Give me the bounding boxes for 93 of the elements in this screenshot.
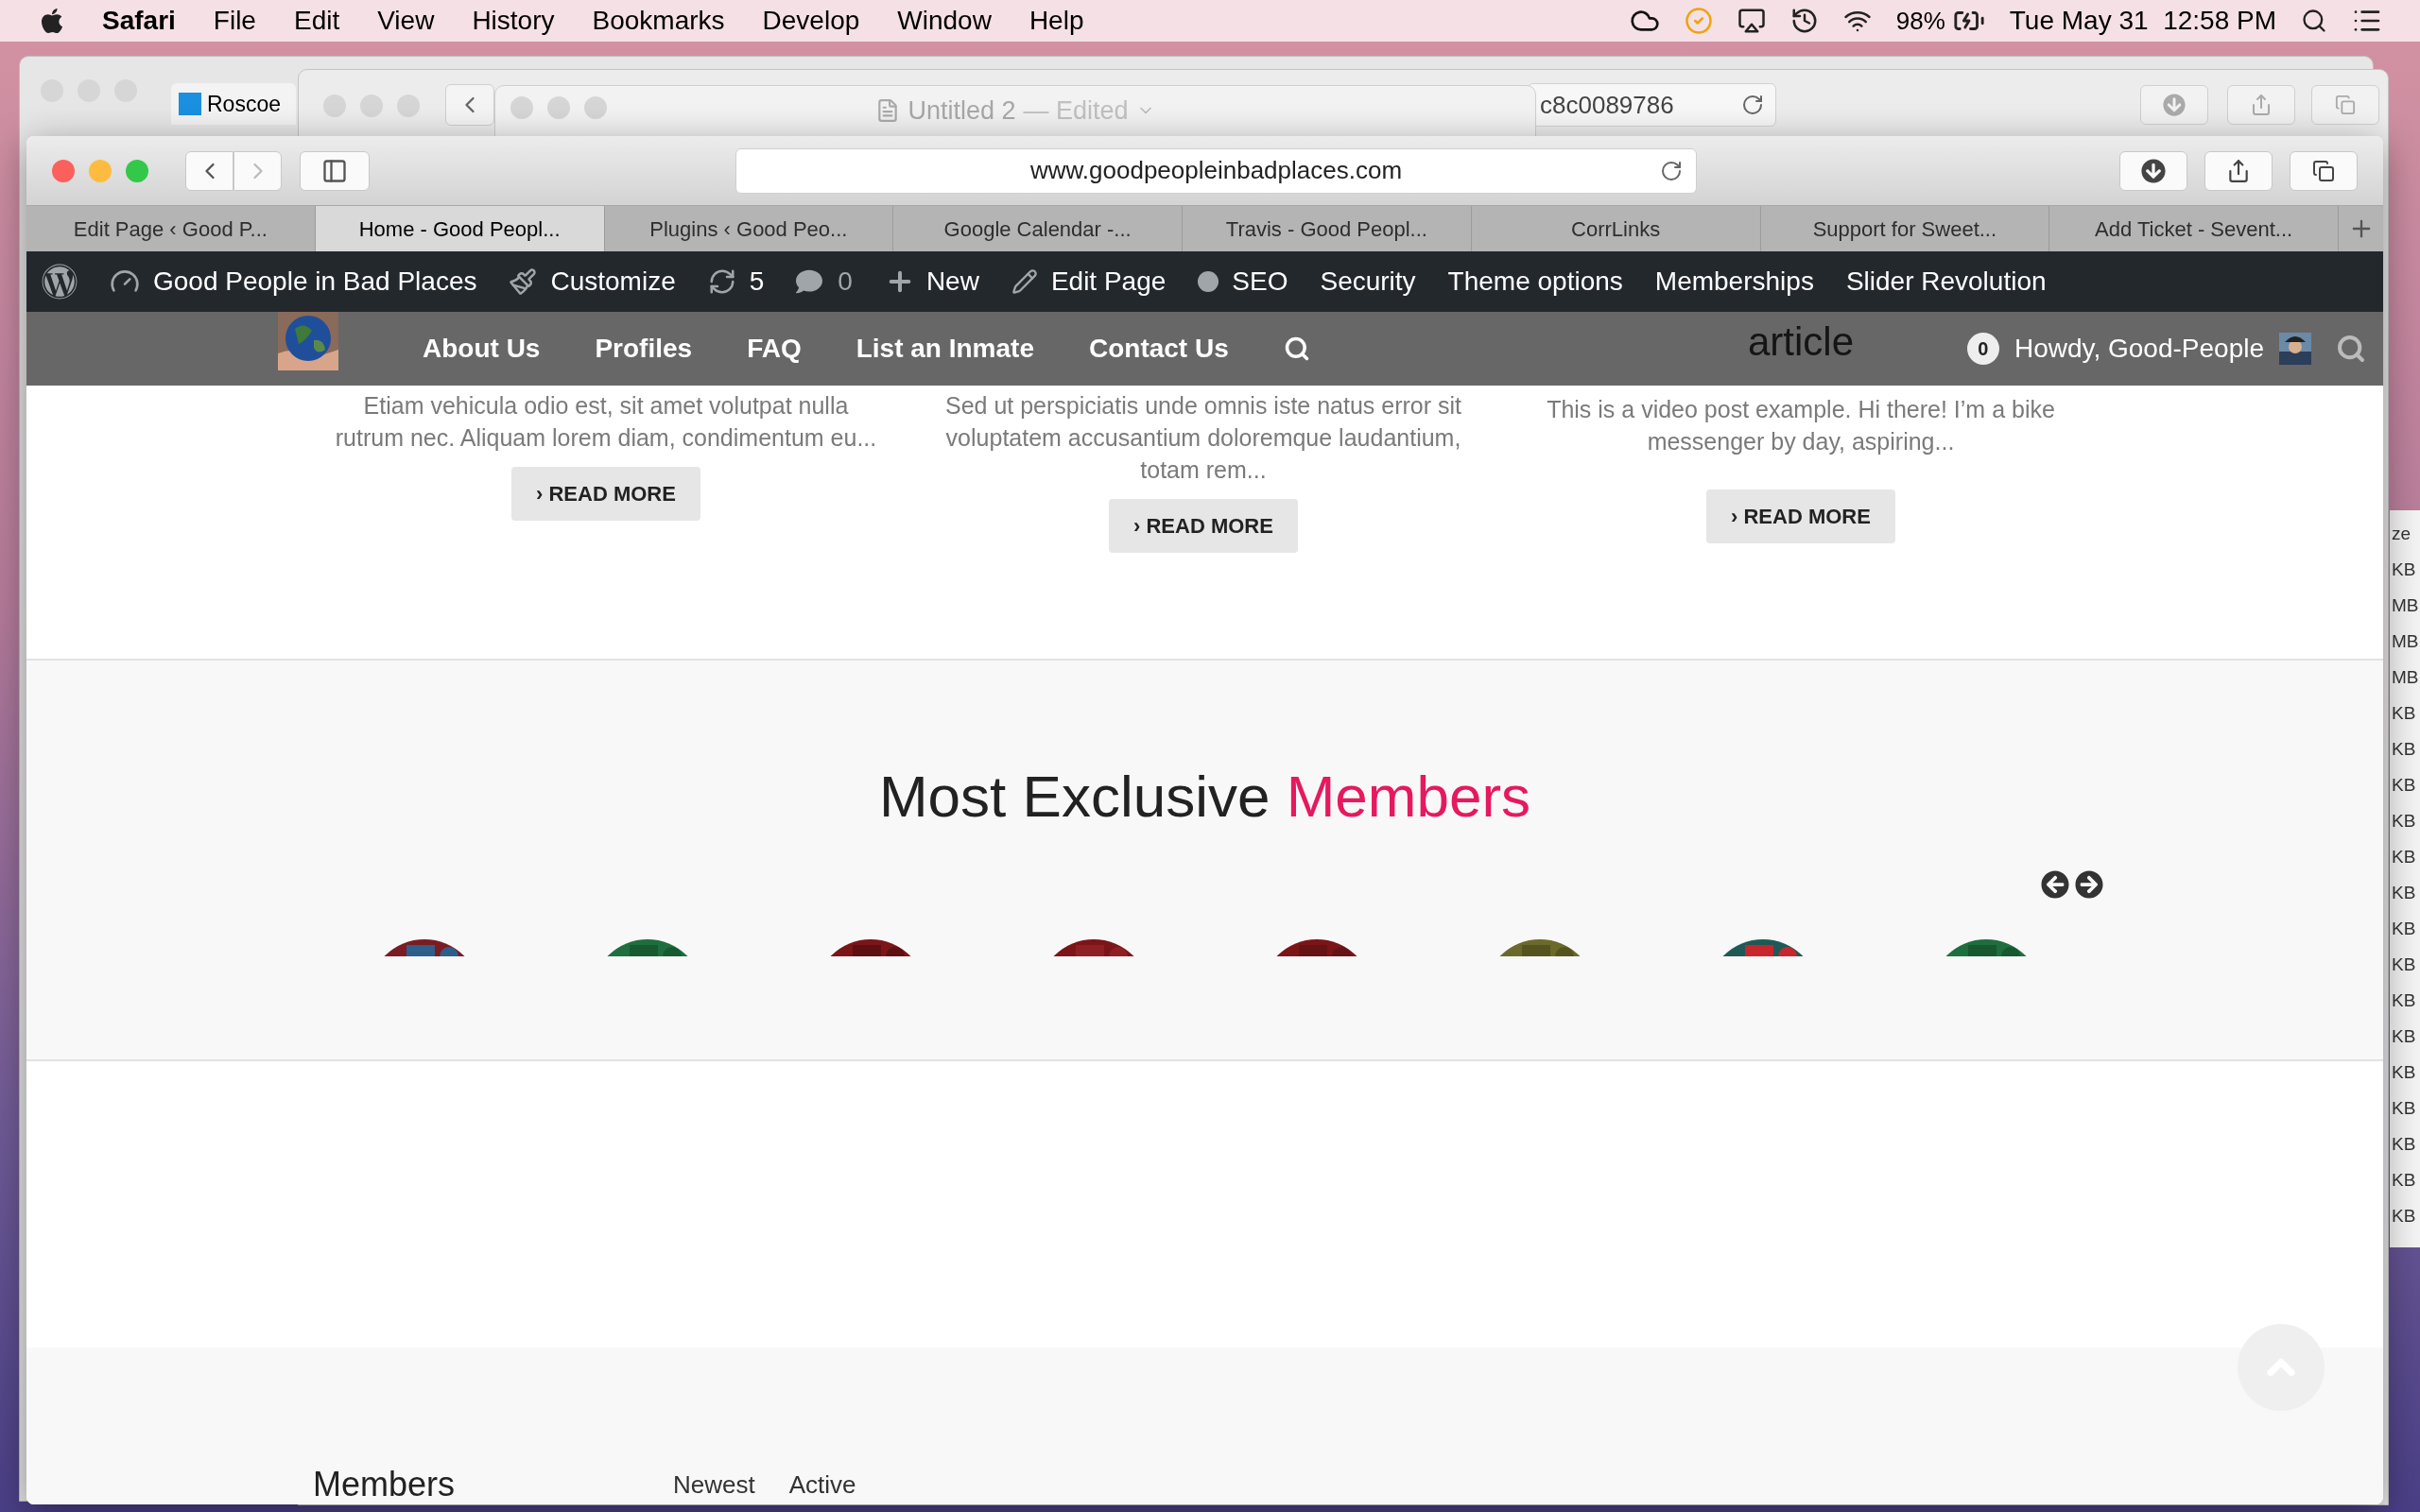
admin-bar-link[interactable]: Memberships <box>1654 262 1814 301</box>
read-more-button[interactable]: › READ MORE <box>1706 490 1895 543</box>
menu-item[interactable]: Edit <box>293 1 340 41</box>
back-button[interactable] <box>445 84 494 126</box>
new-link[interactable]: New <box>884 262 979 301</box>
browser-tab[interactable]: Roscoe <box>171 83 296 125</box>
nav-link[interactable]: Profiles <box>595 329 693 369</box>
reload-icon <box>1660 159 1683 182</box>
sidebar-button[interactable] <box>300 150 370 191</box>
admin-bar-link[interactable]: Slider Revolution <box>1845 262 2047 301</box>
file-size: KB <box>2392 1061 2417 1084</box>
post-excerpt: Sed ut perspiciatis unde omnis iste natus error sit voluptatem accusantium doloremque laudantium, totam rem... <box>943 391 1463 485</box>
read-more-button[interactable]: › READ MORE <box>511 467 700 521</box>
menu-item[interactable]: View <box>377 1 435 41</box>
file-size: KB <box>2392 954 2417 976</box>
nav-link[interactable]: List an Inmate <box>856 329 1034 369</box>
admin-bar-link[interactable]: Theme options <box>1447 262 1623 301</box>
browser-tab[interactable]: Home - Good Peopl... <box>315 206 605 251</box>
nav-link[interactable]: Contact Us <box>1088 329 1229 369</box>
edit-page-link[interactable]: Edit Page <box>1011 262 1167 301</box>
cart-count-badge: 0 <box>1966 333 1999 365</box>
zoom-button[interactable] <box>126 159 148 182</box>
comment-icon <box>796 268 823 295</box>
menu-item[interactable]: File <box>213 1 256 41</box>
airplay-icon[interactable] <box>1737 7 1766 35</box>
menu-item[interactable]: History <box>472 1 555 41</box>
file-size: KB <box>2392 558 2417 581</box>
menu-item[interactable]: Window <box>897 1 992 41</box>
check-circle-icon[interactable] <box>1684 7 1713 35</box>
read-more-button[interactable]: › READ MORE <box>1109 499 1298 553</box>
post-excerpt: Etiam vehicula odio est, sit amet volutpat nulla rutrum nec. Aliquam lorem diam, condimentum eu... <box>334 391 878 453</box>
filter-link[interactable]: Newest <box>673 1467 755 1503</box>
site-name-link[interactable]: Good People in Bad Places <box>110 262 477 301</box>
arrow-left-icon[interactable] <box>2041 870 2069 899</box>
admin-bar-link[interactable]: Security <box>1320 262 1416 301</box>
wordpress-icon[interactable] <box>42 264 78 300</box>
address-field[interactable]: c8c0089786 <box>1528 83 1776 127</box>
file-size: KB <box>2392 738 2417 761</box>
share-icon <box>2226 158 2251 183</box>
file-size: KB <box>2392 1097 2417 1120</box>
menu-item[interactable]: Help <box>1028 1 1084 41</box>
menu-item[interactable]: Bookmarks <box>592 1 725 41</box>
file-size: KB <box>2392 846 2417 868</box>
file-size: KB <box>2392 989 2417 1012</box>
file-size: KB <box>2392 702 2417 725</box>
menu-item[interactable]: Develop <box>762 1 860 41</box>
greeting-link[interactable]: Howdy, Good-People <box>2014 329 2264 369</box>
back-button[interactable] <box>185 150 233 191</box>
tab-favicon-icon <box>179 93 201 115</box>
column-header: ze <box>2392 523 2412 545</box>
nav-link[interactable]: FAQ <box>747 329 802 369</box>
pencil-icon <box>1011 268 1038 295</box>
sidebar-icon <box>321 157 348 184</box>
share-icon <box>2250 94 2273 116</box>
section-title: Members <box>313 1464 456 1504</box>
filter-link[interactable]: Active <box>788 1467 856 1503</box>
seo-link[interactable]: SEO <box>1198 262 1288 301</box>
search-icon[interactable] <box>1283 335 1310 362</box>
arrow-right-icon[interactable] <box>2075 870 2103 899</box>
forward-button[interactable] <box>233 150 282 191</box>
clock[interactable]: Tue May 31 12:58 PM <box>2009 1 2276 41</box>
battery-percentage: 98% <box>1895 5 1945 37</box>
tabs-button[interactable] <box>2290 150 2358 191</box>
comments-link[interactable]: 0 <box>796 262 853 301</box>
tabs-icon <box>2312 159 2335 182</box>
file-size: KB <box>2392 918 2417 940</box>
file-size: MB <box>2392 666 2420 689</box>
download-button[interactable] <box>2119 150 2187 191</box>
file-size: MB <box>2392 630 2420 653</box>
file-size: MB <box>2392 594 2420 617</box>
reload-icon <box>1741 94 1764 116</box>
search-icon[interactable] <box>2301 8 2327 34</box>
updates-link[interactable]: 5 <box>707 262 765 301</box>
window-title: Untitled 2 <box>908 95 1016 127</box>
file-size: KB <box>2392 1133 2417 1156</box>
admin-bar-link[interactable]: Customize <box>509 262 676 301</box>
paintbrush-icon <box>509 267 538 296</box>
file-size: KB <box>2392 1169 2417 1192</box>
file-size: KB <box>2392 810 2417 833</box>
post-excerpt: This is a video post example. Hi there! I’m a bike messenger by day, aspiring... <box>1546 395 2056 456</box>
file-size: KB <box>2392 882 2417 904</box>
download-icon <box>2141 158 2166 183</box>
file-size: KB <box>2392 1025 2417 1048</box>
address-field[interactable]: www.goodpeopleinbadplaces.com <box>735 147 1697 194</box>
section-heading: Most Exclusive Members <box>878 763 1531 831</box>
close-button[interactable] <box>52 159 75 182</box>
nav-link[interactable]: About Us <box>423 329 541 369</box>
download-icon <box>2163 94 2186 116</box>
share-button[interactable] <box>2204 150 2273 191</box>
tabs-icon <box>2335 94 2356 115</box>
file-size: KB <box>2392 774 2417 797</box>
file-size: KB <box>2392 1205 2417 1228</box>
menu-item[interactable]: Safari <box>102 1 176 41</box>
